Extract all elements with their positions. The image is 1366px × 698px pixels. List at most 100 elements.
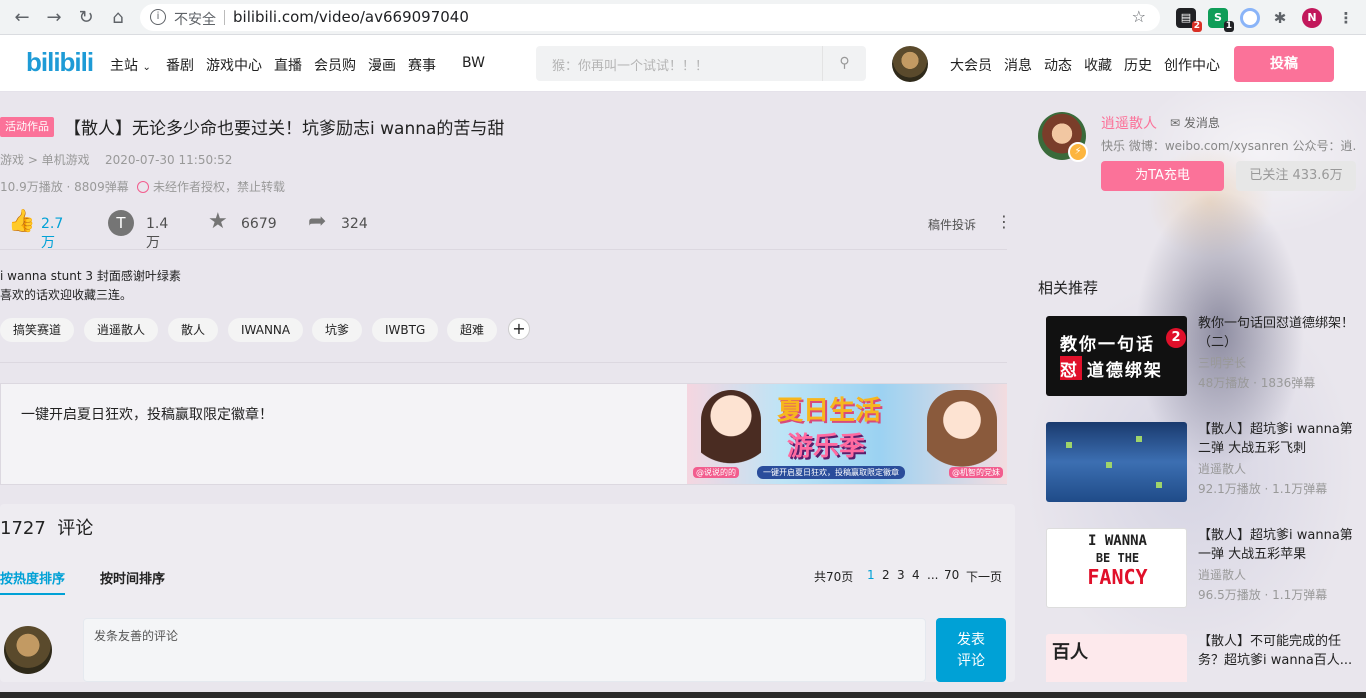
thumb-deco (1106, 462, 1112, 468)
nav-mall[interactable]: 会员购 (314, 55, 356, 75)
thumb-text: I WANNA (1087, 533, 1147, 549)
nav-manga[interactable]: 漫画 (368, 55, 396, 75)
related-video-up[interactable]: 逍遥散人 (1198, 460, 1246, 477)
banner-person-right (927, 390, 997, 476)
thumb-deco (1136, 436, 1142, 442)
search-icon[interactable]: ⚲ (822, 46, 866, 81)
extension-badge: 1 (1223, 21, 1234, 32)
tag[interactable]: 坑爹 (312, 318, 363, 342)
activity-banner[interactable]: 一键开启夏日狂欢，投稿赢取限定徽章！ 夏日生活 游乐季 一键开启夏日狂欢，投稿赢… (0, 383, 1007, 485)
page-link[interactable]: 70 (944, 568, 959, 582)
related-heading: 相关推荐 (1038, 279, 1099, 297)
menu-dots-icon[interactable]: ⋮ (1336, 8, 1356, 28)
related-video-card[interactable]: I WANNA BE THE FANCY 【散人】超坑爹i wanna第一弹 大… (1038, 520, 1358, 616)
send-message-link[interactable]: ✉ 发消息 (1170, 114, 1220, 131)
os-taskbar (0, 692, 1366, 698)
related-video-title[interactable]: 【散人】超坑爹i wanna第一弹 大战五彩苹果 (1198, 526, 1358, 564)
nav-bw[interactable]: BW (462, 55, 485, 71)
banner-image[interactable]: 夏日生活 游乐季 一键开启夏日狂欢，投稿赢取限定徽章 @说说的的 @机智的党妹 (687, 384, 1007, 484)
page-link[interactable]: 2 (882, 568, 890, 582)
charge-button[interactable]: 为TA充电 (1101, 161, 1224, 191)
back-icon[interactable]: ← (10, 6, 34, 30)
nav-esports[interactable]: 赛事 (408, 55, 436, 75)
profile-avatar[interactable]: N (1302, 8, 1322, 28)
nav-favorites[interactable]: 收藏 (1084, 55, 1112, 75)
nav-live[interactable]: 直播 (274, 55, 302, 75)
video-thumbnail[interactable] (1046, 422, 1187, 502)
thumb-badge: 2 (1166, 328, 1186, 348)
upload-button[interactable]: 投稿 (1234, 46, 1334, 82)
puzzle-extensions-icon[interactable]: ✱ (1270, 8, 1290, 28)
divider (0, 362, 1007, 363)
bookmark-star-icon[interactable]: ☆ (1132, 7, 1146, 26)
related-video-title[interactable]: 教你一句话回怼道德绑架！（二） (1198, 314, 1358, 352)
search-input[interactable]: 猴：你再叫一个试试！！！ ⚲ (536, 46, 866, 81)
info-icon[interactable]: i (150, 9, 166, 25)
uploader-name[interactable]: 逍遥散人 (1101, 113, 1157, 133)
related-video-card[interactable]: 百人 【散人】不可能完成的任务？超坑爹i wanna百人... (1038, 626, 1358, 682)
banner-text: 一键开启夏日狂欢，投稿赢取限定徽章！ (21, 407, 273, 423)
related-video-up[interactable]: 三明学长 (1198, 354, 1246, 371)
nav-creator-center[interactable]: 创作中心 (1164, 55, 1220, 75)
nav-main[interactable]: 主站 ⌄ (110, 55, 151, 75)
extension-s-icon[interactable]: S1 (1208, 8, 1234, 32)
address-bar[interactable]: i 不安全 bilibili.com/video/av669097040 ☆ (140, 4, 1160, 31)
next-page-link[interactable]: 下一页 (966, 568, 1002, 585)
related-video-title[interactable]: 【散人】不可能完成的任务？超坑爹i wanna百人... (1198, 632, 1358, 670)
tag[interactable]: 搞笑赛道 (0, 318, 75, 342)
report-link[interactable]: 稿件投诉 (928, 216, 976, 233)
thumb-text: 百人 (1052, 642, 1088, 663)
mail-icon: ✉ (1170, 116, 1181, 130)
related-video-stats: 96.5万播放 · 1.1万弹幕 (1198, 588, 1328, 602)
user-avatar[interactable] (892, 46, 928, 82)
followed-button[interactable]: 已关注 433.6万 (1236, 161, 1356, 191)
coin-icon: T (108, 209, 134, 236)
sort-by-hot-tab[interactable]: 按热度排序 (0, 568, 66, 595)
like-count: 2.7万 (41, 216, 64, 251)
video-thumbnail[interactable]: I WANNA BE THE FANCY (1046, 528, 1187, 608)
tag[interactable]: 散人 (168, 318, 219, 342)
nav-game-center[interactable]: 游戏中心 (206, 55, 262, 75)
extension-icon[interactable]: ▤ 2 (1176, 8, 1202, 32)
related-video-stats: 92.1万播放 · 1.1万弹幕 (1198, 482, 1328, 496)
tag[interactable]: 超难 (447, 318, 498, 342)
commenter-avatar (4, 626, 52, 674)
url-text[interactable]: bilibili.com/video/av669097040 (233, 8, 469, 26)
tag[interactable]: 逍遥散人 (84, 318, 159, 342)
tag[interactable]: IWANNA (228, 318, 304, 342)
add-tag-icon[interactable]: + (508, 318, 530, 340)
search-placeholder: 猴：你再叫一个试试！！！ (552, 59, 709, 74)
nav-dynamic[interactable]: 动态 (1044, 55, 1072, 75)
related-video-title[interactable]: 【散人】超坑爹i wanna第二弹 大战五彩飞刺 (1198, 420, 1358, 458)
related-video-card[interactable]: 教你一句话 怼 道德绑架 2 教你一句话回怼道德绑架！（二） 三明学长 48万播… (1038, 308, 1358, 404)
nav-bangumi[interactable]: 番剧 (166, 55, 194, 75)
related-video-card[interactable]: 【散人】超坑爹i wanna第二弹 大战五彩飞刺 逍遥散人 92.1万播放 · … (1038, 414, 1358, 510)
nav-messages[interactable]: 消息 (1004, 55, 1032, 75)
circle-extension-icon[interactable] (1240, 8, 1260, 28)
home-icon[interactable]: ⌂ (106, 6, 130, 30)
video-thumbnail[interactable]: 百人 (1046, 634, 1187, 682)
related-video-stats: 48万播放 · 1836弹幕 (1198, 376, 1316, 390)
divider (0, 249, 1007, 250)
thumb-text: FANCY (1087, 565, 1148, 589)
sort-by-time-tab[interactable]: 按时间排序 (100, 568, 165, 587)
tag[interactable]: IWBTG (372, 318, 439, 342)
banner-label-left: @说说的的 (693, 467, 739, 478)
forward-icon[interactable]: → (42, 6, 66, 30)
page-link[interactable]: 3 (897, 568, 905, 582)
pager-total: 共70页 (814, 570, 854, 584)
video-main: 活动作品 【散人】无论多少命也要过关！坑爹励志i wanna的苦与甜 游戏 > … (0, 92, 1015, 682)
share-arrow-icon: ➦ (308, 209, 327, 234)
reload-icon[interactable]: ↻ (74, 6, 98, 30)
send-comment-button[interactable]: 发表 评论 (936, 618, 1006, 682)
video-thumbnail[interactable]: 教你一句话 怼 道德绑架 2 (1046, 316, 1187, 396)
bilibili-logo[interactable]: bilibili (26, 47, 94, 78)
page-link[interactable]: 1 (867, 568, 875, 582)
category-link[interactable]: 游戏 > 单机游戏 (0, 153, 90, 167)
nav-history[interactable]: 历史 (1124, 55, 1152, 75)
page-link[interactable]: 4 (912, 568, 920, 582)
related-video-up[interactable]: 逍遥散人 (1198, 566, 1246, 583)
more-dots-icon[interactable]: ⋮ (996, 212, 1012, 231)
nav-vip[interactable]: 大会员 (950, 55, 992, 75)
comment-input[interactable]: 发条友善的评论 (83, 618, 926, 682)
